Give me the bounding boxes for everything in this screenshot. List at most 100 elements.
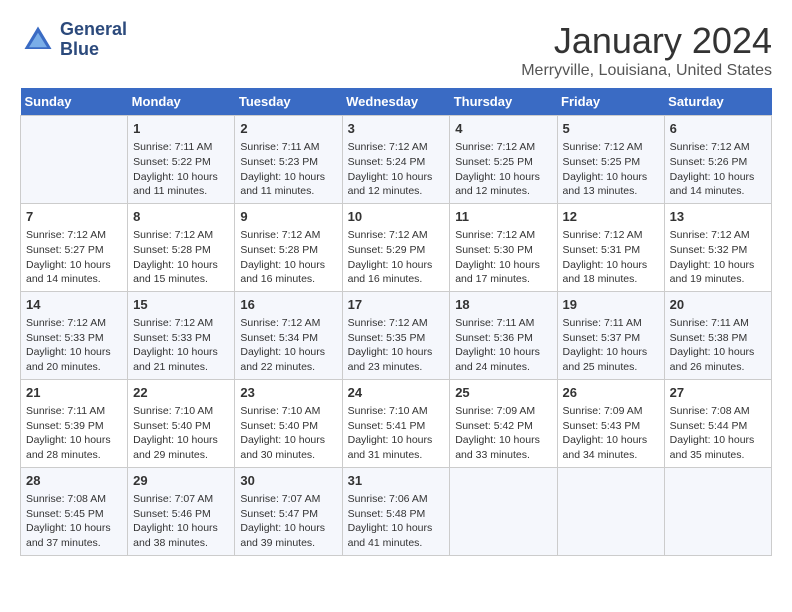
calendar-cell (664, 467, 771, 555)
calendar-cell: 4Sunrise: 7:12 AM Sunset: 5:25 PM Daylig… (450, 116, 557, 204)
month-title: January 2024 (521, 20, 772, 62)
calendar-cell: 11Sunrise: 7:12 AM Sunset: 5:30 PM Dayli… (450, 203, 557, 291)
day-number: 6 (670, 120, 766, 138)
day-number: 20 (670, 296, 766, 314)
day-info: Sunrise: 7:12 AM Sunset: 5:31 PM Dayligh… (563, 228, 659, 287)
day-info: Sunrise: 7:12 AM Sunset: 5:32 PM Dayligh… (670, 228, 766, 287)
calendar-cell: 19 Sunrise: 7:11 AM Sunset: 5:37 PM Dayli… (557, 291, 664, 379)
calendar-cell: 31 Sunrise: 7:06 AM Sunset: 5:48 PM Dayli… (342, 467, 450, 555)
calendar-row: 1 Sunrise: 7:11 AM Sunset: 5:22 PM Daylig… (21, 116, 772, 204)
calendar-cell: 8 Sunrise: 7:12 AM Sunset: 5:28 PM Daylig… (128, 203, 235, 291)
calendar-body: 1 Sunrise: 7:11 AM Sunset: 5:22 PM Daylig… (21, 116, 772, 556)
day-info: Sunrise: 7:12 AM Sunset: 5:30 PM Dayligh… (455, 228, 551, 287)
day-info: Sunrise: 7:06 AM Sunset: 5:48 PM Dayligh… (348, 492, 445, 551)
day-number: 14 (26, 296, 122, 314)
calendar-cell: 10 Sunrise: 7:12 AM Sunset: 5:29 PM Dayli… (342, 203, 450, 291)
weekday-header: Thursday (450, 88, 557, 116)
day-number: 13 (670, 208, 766, 226)
day-info: Sunrise: 7:09 AM Sunset: 5:42 PM Dayligh… (455, 404, 551, 463)
day-info: Sunrise: 7:11 AM Sunset: 5:39 PM Dayligh… (26, 404, 122, 463)
calendar-cell: 24 Sunrise: 7:10 AM Sunset: 5:41 PM Dayli… (342, 379, 450, 467)
day-info: Sunrise: 7:11 AM Sunset: 5:22 PM Dayligh… (133, 140, 229, 199)
logo-icon (20, 22, 56, 58)
calendar-row: 21Sunrise: 7:11 AM Sunset: 5:39 PM Dayli… (21, 379, 772, 467)
day-number: 24 (348, 384, 445, 402)
calendar-cell: 16Sunrise: 7:12 AM Sunset: 5:34 PM Dayli… (235, 291, 342, 379)
weekday-header: Wednesday (342, 88, 450, 116)
day-number: 18 (455, 296, 551, 314)
day-info: Sunrise: 7:11 AM Sunset: 5:36 PM Dayligh… (455, 316, 551, 375)
day-number: 10 (348, 208, 445, 226)
day-number: 16 (240, 296, 336, 314)
day-info: Sunrise: 7:09 AM Sunset: 5:43 PM Dayligh… (563, 404, 659, 463)
weekday-header: Tuesday (235, 88, 342, 116)
location-title: Merryville, Louisiana, United States (521, 62, 772, 80)
day-info: Sunrise: 7:07 AM Sunset: 5:47 PM Dayligh… (240, 492, 336, 551)
logo: General Blue (20, 20, 127, 60)
day-info: Sunrise: 7:12 AM Sunset: 5:29 PM Dayligh… (348, 228, 445, 287)
calendar-row: 28 Sunrise: 7:08 AM Sunset: 5:45 PM Dayli… (21, 467, 772, 555)
day-number: 19 (563, 296, 659, 314)
day-info: Sunrise: 7:12 AM Sunset: 5:35 PM Dayligh… (348, 316, 445, 375)
day-number: 5 (563, 120, 659, 138)
calendar-cell: 21Sunrise: 7:11 AM Sunset: 5:39 PM Dayli… (21, 379, 128, 467)
calendar-cell: 1 Sunrise: 7:11 AM Sunset: 5:22 PM Daylig… (128, 116, 235, 204)
calendar-cell: 2Sunrise: 7:11 AM Sunset: 5:23 PM Daylig… (235, 116, 342, 204)
day-number: 22 (133, 384, 229, 402)
calendar-cell: 13 Sunrise: 7:12 AM Sunset: 5:32 PM Dayli… (664, 203, 771, 291)
day-number: 9 (240, 208, 336, 226)
day-info: Sunrise: 7:12 AM Sunset: 5:28 PM Dayligh… (240, 228, 336, 287)
day-number: 8 (133, 208, 229, 226)
day-info: Sunrise: 7:08 AM Sunset: 5:45 PM Dayligh… (26, 492, 122, 551)
calendar-cell: 14 Sunrise: 7:12 AM Sunset: 5:33 PM Dayli… (21, 291, 128, 379)
day-number: 29 (133, 472, 229, 490)
day-number: 26 (563, 384, 659, 402)
calendar-row: 14 Sunrise: 7:12 AM Sunset: 5:33 PM Dayli… (21, 291, 772, 379)
day-number: 28 (26, 472, 122, 490)
day-info: Sunrise: 7:11 AM Sunset: 5:37 PM Dayligh… (563, 316, 659, 375)
calendar-cell: 6 Sunrise: 7:12 AM Sunset: 5:26 PM Daylig… (664, 116, 771, 204)
calendar-cell: 18 Sunrise: 7:11 AM Sunset: 5:36 PM Dayli… (450, 291, 557, 379)
calendar-cell: 26 Sunrise: 7:09 AM Sunset: 5:43 PM Dayli… (557, 379, 664, 467)
calendar-cell: 30 Sunrise: 7:07 AM Sunset: 5:47 PM Dayli… (235, 467, 342, 555)
calendar-cell: 27Sunrise: 7:08 AM Sunset: 5:44 PM Dayli… (664, 379, 771, 467)
weekday-header: Saturday (664, 88, 771, 116)
day-info: Sunrise: 7:12 AM Sunset: 5:24 PM Dayligh… (348, 140, 445, 199)
day-number: 31 (348, 472, 445, 490)
day-info: Sunrise: 7:12 AM Sunset: 5:25 PM Dayligh… (455, 140, 551, 199)
day-number: 12 (563, 208, 659, 226)
day-info: Sunrise: 7:12 AM Sunset: 5:33 PM Dayligh… (133, 316, 229, 375)
weekday-header: Sunday (21, 88, 128, 116)
day-info: Sunrise: 7:10 AM Sunset: 5:40 PM Dayligh… (240, 404, 336, 463)
day-info: Sunrise: 7:12 AM Sunset: 5:25 PM Dayligh… (563, 140, 659, 199)
weekday-header: Friday (557, 88, 664, 116)
day-number: 1 (133, 120, 229, 138)
day-info: Sunrise: 7:11 AM Sunset: 5:38 PM Dayligh… (670, 316, 766, 375)
day-info: Sunrise: 7:12 AM Sunset: 5:27 PM Dayligh… (26, 228, 122, 287)
day-info: Sunrise: 7:12 AM Sunset: 5:33 PM Dayligh… (26, 316, 122, 375)
page-header: General Blue January 2024 Merryville, Lo… (20, 20, 772, 80)
calendar-cell: 3 Sunrise: 7:12 AM Sunset: 5:24 PM Daylig… (342, 116, 450, 204)
day-number: 7 (26, 208, 122, 226)
day-info: Sunrise: 7:12 AM Sunset: 5:26 PM Dayligh… (670, 140, 766, 199)
day-info: Sunrise: 7:12 AM Sunset: 5:28 PM Dayligh… (133, 228, 229, 287)
logo-text: General Blue (60, 20, 127, 60)
calendar-cell: 9 Sunrise: 7:12 AM Sunset: 5:28 PM Daylig… (235, 203, 342, 291)
calendar-header-row: SundayMondayTuesdayWednesdayThursdayFrid… (21, 88, 772, 116)
calendar-cell: 12 Sunrise: 7:12 AM Sunset: 5:31 PM Dayli… (557, 203, 664, 291)
calendar-cell (450, 467, 557, 555)
calendar-cell: 5 Sunrise: 7:12 AM Sunset: 5:25 PM Daylig… (557, 116, 664, 204)
day-number: 15 (133, 296, 229, 314)
day-number: 30 (240, 472, 336, 490)
day-number: 2 (240, 120, 336, 138)
day-info: Sunrise: 7:10 AM Sunset: 5:40 PM Dayligh… (133, 404, 229, 463)
day-info: Sunrise: 7:10 AM Sunset: 5:41 PM Dayligh… (348, 404, 445, 463)
calendar-cell: 22 Sunrise: 7:10 AM Sunset: 5:40 PM Dayli… (128, 379, 235, 467)
day-number: 3 (348, 120, 445, 138)
calendar-cell: 17Sunrise: 7:12 AM Sunset: 5:35 PM Dayli… (342, 291, 450, 379)
day-number: 25 (455, 384, 551, 402)
day-number: 27 (670, 384, 766, 402)
calendar-row: 7 Sunrise: 7:12 AM Sunset: 5:27 PM Daylig… (21, 203, 772, 291)
calendar-cell: 7 Sunrise: 7:12 AM Sunset: 5:27 PM Daylig… (21, 203, 128, 291)
calendar-cell (21, 116, 128, 204)
